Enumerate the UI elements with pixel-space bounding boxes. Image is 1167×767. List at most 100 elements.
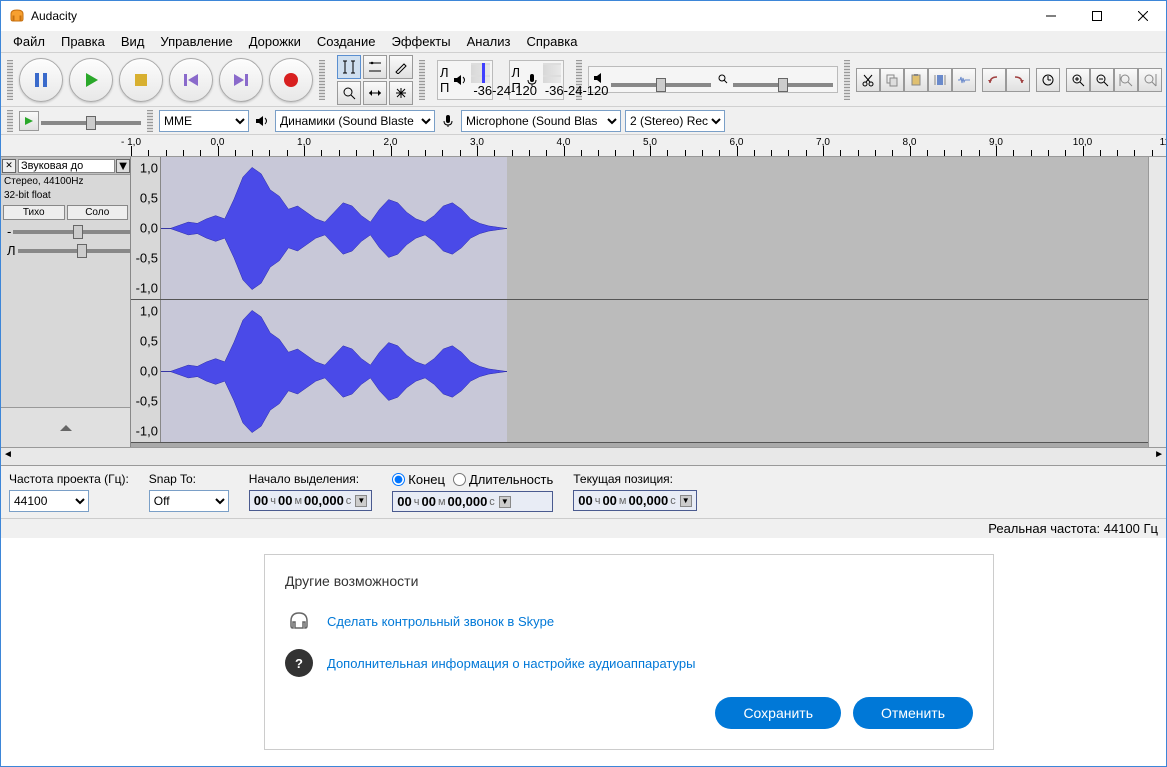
mute-button[interactable]: Тихо <box>3 205 65 220</box>
app-window: Audacity Файл Правка Вид Управление Доро… <box>0 0 1167 767</box>
input-channels-select[interactable]: 2 (Stereo) Rec <box>625 110 725 132</box>
cancel-button[interactable]: Отменить <box>853 697 973 729</box>
menu-view[interactable]: Вид <box>113 32 153 51</box>
toolbar-grip[interactable] <box>419 60 425 100</box>
multi-tool[interactable] <box>389 81 413 105</box>
track-depth-label: 32-bit float <box>1 189 130 203</box>
y-axis: 1,0 0,5 0,0 -0,5 -1,0 <box>131 300 161 442</box>
stop-button[interactable] <box>119 58 163 102</box>
envelope-tool[interactable] <box>363 55 387 79</box>
menu-generate[interactable]: Создание <box>309 32 384 51</box>
playback-meter[interactable]: ЛП -36-24-120 <box>437 60 493 100</box>
vertical-scrollbar[interactable] <box>1148 157 1166 447</box>
track-menu-button[interactable]: ▼ <box>116 159 130 173</box>
output-device-select[interactable]: Динамики (Sound Blaste <box>275 110 435 132</box>
track-control-panel: ✕ Звуковая до ▼ Стерео, 44100Hz 32-bit f… <box>1 157 131 447</box>
snap-to-select[interactable]: Off <box>149 490 229 512</box>
meter-r-label: П <box>440 80 449 95</box>
menu-tracks[interactable]: Дорожки <box>241 32 309 51</box>
zoom-out-button[interactable] <box>1090 68 1114 92</box>
audio-position-field[interactable]: 00ч00м00,000с▼ <box>573 490 697 511</box>
paste-button[interactable] <box>904 68 928 92</box>
meter-l-label: Л <box>440 65 449 80</box>
snap-to-label: Snap To: <box>149 472 229 486</box>
toolbar-grip[interactable] <box>7 110 13 132</box>
undo-button[interactable] <box>982 68 1006 92</box>
skip-start-button[interactable] <box>169 58 213 102</box>
waveform-canvas[interactable]: 1,0 0,5 0,0 -0,5 -1,0 1,0 0,5 0,0 -0,5 -… <box>131 157 1148 447</box>
track-gain-slider[interactable] <box>13 230 142 234</box>
selection-end-field[interactable]: 00ч00м00,000с▼ <box>392 491 553 512</box>
fit-selection-button[interactable] <box>1114 68 1138 92</box>
tracks-area: ✕ Звуковая до ▼ Стерео, 44100Hz 32-bit f… <box>1 157 1166 447</box>
edit-toolbar <box>856 68 1162 92</box>
menu-edit[interactable]: Правка <box>53 32 113 51</box>
toolbar-grip[interactable] <box>844 60 850 100</box>
menu-analyze[interactable]: Анализ <box>459 32 519 51</box>
skip-end-button[interactable] <box>219 58 263 102</box>
headset-icon <box>285 607 313 635</box>
selection-start-label: Начало выделения: <box>249 472 373 486</box>
app-icon <box>9 8 25 24</box>
redo-button[interactable] <box>1006 68 1030 92</box>
audio-host-select[interactable]: MME <box>159 110 249 132</box>
speaker-icon <box>253 112 271 130</box>
close-button[interactable] <box>1120 1 1166 31</box>
play-speed-slider[interactable] <box>41 121 141 125</box>
toolbar-main: ЛП -36-24-120 ЛП -36-24-120 <box>1 53 1166 107</box>
track-format-label: Стерео, 44100Hz <box>1 175 130 189</box>
audio-setup-info-link[interactable]: Дополнительная информация о настройке ау… <box>327 656 695 671</box>
play-at-speed-button[interactable] <box>19 111 39 131</box>
record-volume-slider[interactable] <box>733 83 833 87</box>
end-radio[interactable]: Конец <box>392 472 445 487</box>
volume-sliders <box>588 66 838 93</box>
selection-toolbar: Частота проекта (Гц): 44100 Snap To: Off… <box>1 465 1166 518</box>
draw-tool[interactable] <box>389 55 413 79</box>
mic-slider-icon <box>715 73 729 87</box>
status-bar: Реальная частота: 44100 Гц <box>1 518 1166 538</box>
copy-button[interactable] <box>880 68 904 92</box>
skype-test-call-link[interactable]: Сделать контрольный звонок в Skype <box>327 614 554 629</box>
menu-effect[interactable]: Эффекты <box>383 32 458 51</box>
microphone-icon <box>439 112 457 130</box>
maximize-button[interactable] <box>1074 1 1120 31</box>
toolbar-grip[interactable] <box>7 60 13 100</box>
zoom-tool[interactable] <box>337 81 361 105</box>
tools-group <box>337 55 413 105</box>
selection-start-field[interactable]: 00ч00м00,000с▼ <box>249 490 373 511</box>
save-button[interactable]: Сохранить <box>715 697 841 729</box>
trim-button[interactable] <box>928 68 952 92</box>
pause-button[interactable] <box>19 58 63 102</box>
minimize-button[interactable] <box>1028 1 1074 31</box>
toolbar-grip[interactable] <box>319 60 325 100</box>
solo-button[interactable]: Соло <box>67 205 129 220</box>
project-rate-select[interactable]: 44100 <box>9 490 89 512</box>
track-close-button[interactable]: ✕ <box>2 159 16 173</box>
sync-lock-button[interactable] <box>1036 68 1060 92</box>
length-radio[interactable]: Длительность <box>453 472 553 487</box>
project-rate-label: Частота проекта (Гц): <box>9 472 129 486</box>
menu-help[interactable]: Справка <box>518 32 585 51</box>
horizontal-scrollbar[interactable] <box>1 447 1166 465</box>
playback-volume-slider[interactable] <box>611 83 711 87</box>
track-collapse-button[interactable] <box>1 407 130 447</box>
menu-transport[interactable]: Управление <box>152 32 240 51</box>
fit-project-button[interactable] <box>1138 68 1162 92</box>
window-title: Audacity <box>31 9 1028 23</box>
track-name[interactable]: Звуковая до <box>18 159 115 173</box>
play-button[interactable] <box>69 58 113 102</box>
device-toolbar: MME Динамики (Sound Blaste Microphone (S… <box>1 107 1166 135</box>
track-pan-slider[interactable] <box>18 249 147 253</box>
record-button[interactable] <box>269 58 313 102</box>
selection-tool[interactable] <box>337 55 361 79</box>
zoom-in-button[interactable] <box>1066 68 1090 92</box>
toolbar-grip[interactable] <box>147 110 153 132</box>
timeline-ruler[interactable]: - 1,00,01,02,03,04,05,06,07,08,09,010,01… <box>1 135 1166 157</box>
silence-button[interactable] <box>952 68 976 92</box>
titlebar: Audacity <box>1 1 1166 31</box>
menu-file[interactable]: Файл <box>5 32 53 51</box>
background-dialog: Другие возможности Сделать контрольный з… <box>1 538 1166 766</box>
input-device-select[interactable]: Microphone (Sound Blas <box>461 110 621 132</box>
cut-button[interactable] <box>856 68 880 92</box>
timeshift-tool[interactable] <box>363 81 387 105</box>
